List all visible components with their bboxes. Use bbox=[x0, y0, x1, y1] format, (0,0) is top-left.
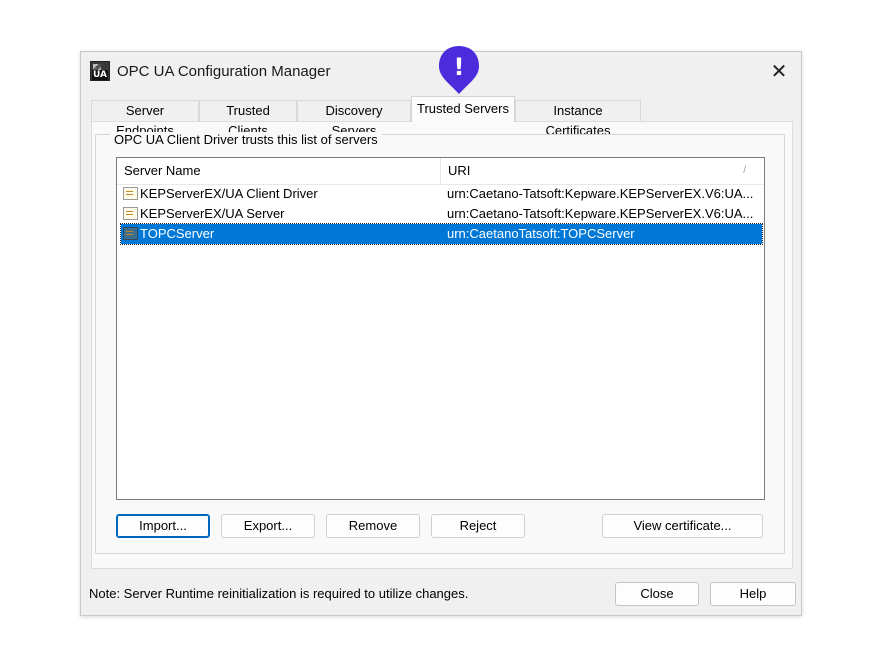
tab-label: Instance Certificates bbox=[545, 103, 611, 138]
certificate-icon bbox=[123, 227, 138, 240]
server-uri: urn:Caetano-Tatsoft:Kepware.KEPServerEX.… bbox=[447, 206, 754, 221]
server-name: KEPServerEX/UA Server bbox=[140, 206, 285, 221]
list-item[interactable]: KEPServerEX/UA Client Driver urn:Caetano… bbox=[121, 184, 762, 204]
help-button[interactable]: Help bbox=[710, 582, 796, 606]
column-header-server-name[interactable]: Server Name bbox=[124, 158, 439, 184]
list-item[interactable]: KEPServerEX/UA Server urn:Caetano-Tatsof… bbox=[121, 204, 762, 224]
close-window-icon[interactable]: ✕ bbox=[767, 59, 791, 83]
remove-button[interactable]: Remove bbox=[326, 514, 420, 538]
server-uri: urn:Caetano-Tatsoft:Kepware.KEPServerEX.… bbox=[447, 186, 754, 201]
server-name: TOPCServer bbox=[140, 226, 215, 241]
export-button[interactable]: Export... bbox=[221, 514, 315, 538]
tab-trusted-servers[interactable]: Trusted Servers bbox=[411, 96, 515, 122]
column-header-uri[interactable]: URI / bbox=[440, 158, 762, 184]
tab-label: Trusted Servers bbox=[417, 101, 509, 116]
opc-ua-app-icon: UA bbox=[90, 61, 110, 81]
trusted-servers-list[interactable]: Server Name URI / KEPServerEX/UA Client … bbox=[116, 157, 765, 500]
import-button[interactable]: Import... bbox=[116, 514, 210, 538]
column-header-uri-label: URI bbox=[448, 163, 471, 178]
list-item-selected[interactable]: TOPCServer urn:CaetanoTatsoft:TOPCServer bbox=[120, 223, 763, 245]
config-manager-window: UA OPC UA Configuration Manager ✕ Server… bbox=[80, 51, 802, 616]
groupbox-legend: OPC UA Client Driver trusts this list of… bbox=[110, 132, 382, 147]
close-button[interactable]: Close bbox=[615, 582, 699, 606]
server-uri: urn:CaetanoTatsoft:TOPCServer bbox=[447, 226, 635, 241]
column-resize-grip-icon: / bbox=[743, 165, 746, 176]
window-title: OPC UA Configuration Manager bbox=[117, 63, 331, 80]
reinit-note: Note: Server Runtime reinitialization is… bbox=[89, 586, 469, 601]
app-icon-label: UA bbox=[92, 70, 108, 80]
tab-instance-certificates[interactable]: Instance Certificates bbox=[515, 100, 641, 138]
certificate-icon bbox=[123, 187, 138, 200]
tab-trusted-clients[interactable]: Trusted Clients bbox=[199, 100, 297, 138]
tab-server-endpoints[interactable]: Server Endpoints bbox=[91, 100, 199, 138]
list-header: Server Name URI / bbox=[117, 158, 764, 185]
tab-discovery-servers[interactable]: Discovery Servers bbox=[297, 100, 411, 138]
certificate-icon bbox=[123, 207, 138, 220]
alert-pin-glyph: ! bbox=[454, 53, 465, 81]
alert-pin-icon: ! bbox=[439, 46, 479, 94]
server-name: KEPServerEX/UA Client Driver bbox=[140, 186, 318, 201]
view-certificate-button[interactable]: View certificate... bbox=[602, 514, 763, 538]
reject-button[interactable]: Reject bbox=[431, 514, 525, 538]
